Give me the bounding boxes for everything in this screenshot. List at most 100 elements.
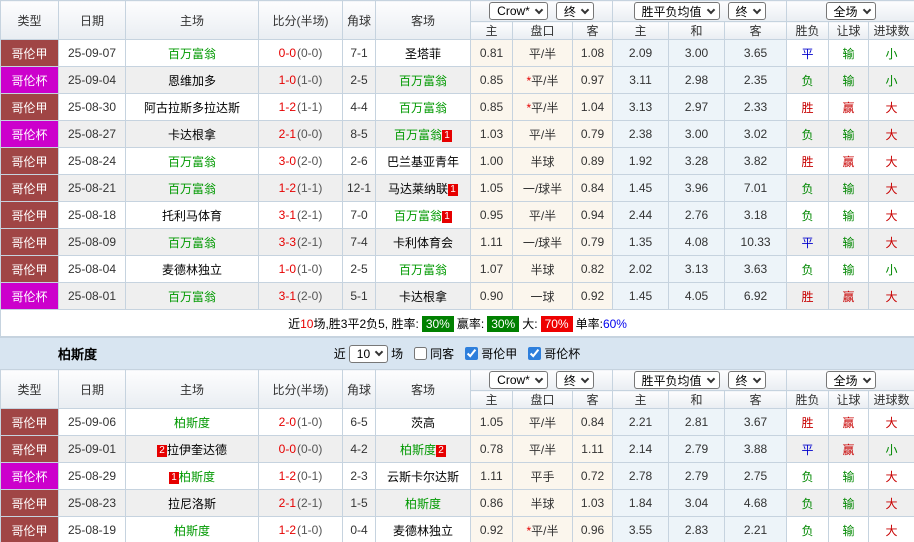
bookmaker-group: Crow* 终 [471, 370, 613, 391]
odds-home: 0.85 [471, 67, 513, 94]
corner-count: 7-0 [343, 202, 376, 229]
outcome-value: 胜 [802, 416, 814, 430]
final-odds-select-value: 终 [564, 372, 576, 389]
avg-odds-select[interactable]: 胜平负均值 [634, 2, 720, 20]
handicap-result-value: 赢 [843, 416, 855, 430]
red-rank-badge: 1 [442, 211, 452, 223]
col-avg-draw: 和 [669, 391, 725, 409]
outcome-value: 负 [802, 74, 814, 88]
bookmaker-group: Crow* 终 [471, 1, 613, 22]
red-rank-badge: 1 [442, 130, 452, 142]
goals-result-value: 大 [886, 182, 898, 196]
avg-home: 1.35 [613, 229, 669, 256]
home-team-name: 卡达根拿 [168, 128, 216, 142]
match-score: 3-1(2-0) [259, 283, 343, 310]
handicap-result-value: 输 [843, 182, 855, 196]
scope-select[interactable]: 全场 [826, 2, 876, 20]
goals-result-value: 小 [886, 47, 898, 61]
avg-away: 3.02 [725, 121, 787, 148]
bookmaker-select[interactable]: Crow* [489, 371, 548, 389]
result-outcome: 负 [787, 256, 829, 283]
odds-away: 1.04 [573, 94, 613, 121]
odds-handicap: 平/半 [513, 202, 573, 229]
fulltime-score: 3-1 [279, 289, 296, 303]
recent-count-select[interactable]: 10 [349, 345, 388, 363]
halftime-score: (2-1) [297, 235, 322, 249]
bookmaker-select-value: Crow* [497, 4, 530, 18]
handicap-value: 一/球半 [523, 236, 562, 250]
odds-home: 0.78 [471, 436, 513, 463]
final-odds-select[interactable]: 终 [556, 371, 594, 389]
red-rank-badge: 2 [157, 445, 167, 457]
avg-odds-select[interactable]: 胜平负均值 [634, 371, 720, 389]
fulltime-score: 2-1 [279, 127, 296, 141]
result-outcome: 平 [787, 229, 829, 256]
result-handicap: 赢 [829, 436, 869, 463]
avg-draw: 3.28 [669, 148, 725, 175]
same-away-checkbox[interactable] [414, 347, 427, 360]
result-handicap: 输 [829, 229, 869, 256]
home-team-name: 百万富翁 [168, 182, 216, 196]
scope-select[interactable]: 全场 [826, 371, 876, 389]
home-team: 柏斯度 [126, 517, 259, 542]
league-checkbox[interactable] [465, 347, 478, 360]
summary-section: 近10场,胜3平2负5, 胜率:30%赢率:30%大:70%单率:60% [1, 310, 914, 337]
handicap-value: 平/半 [531, 101, 558, 115]
table-row: 哥伦甲 25-08-23 拉尼洛斯 2-1(2-1) 1-5 柏斯度 0.86 … [1, 490, 914, 517]
result-goals: 大 [869, 229, 914, 256]
section-header: 柏斯度 近 10 场 同客 哥伦甲 哥伦杯 [0, 337, 914, 369]
cup-checkbox[interactable] [528, 347, 541, 360]
result-outcome: 胜 [787, 94, 829, 121]
odds-away: 1.11 [573, 436, 613, 463]
chevron-down-icon [752, 5, 760, 13]
match-date: 25-08-01 [59, 283, 126, 310]
avg-home: 2.78 [613, 463, 669, 490]
odds-away: 0.94 [573, 202, 613, 229]
col-score: 比分(半场) [259, 1, 343, 40]
result-handicap: 赢 [829, 409, 869, 436]
goals-result-value: 大 [886, 524, 898, 538]
col-avg-away: 客 [725, 22, 787, 40]
goals-result-value: 大 [886, 497, 898, 511]
outcome-value: 负 [802, 524, 814, 538]
avg-away: 3.82 [725, 148, 787, 175]
outcome-value: 负 [802, 497, 814, 511]
table-row: 哥伦甲 25-08-19 柏斯度 1-2(1-0) 0-4 麦德林独立 0.92… [1, 517, 914, 542]
match-score: 1-2(1-1) [259, 94, 343, 121]
col-odds-away: 客 [573, 391, 613, 409]
away-team-name: 云斯卡尔达斯 [387, 470, 459, 484]
match-score: 1-2(1-0) [259, 517, 343, 542]
result-goals: 大 [869, 490, 914, 517]
match-score: 2-1(0-0) [259, 121, 343, 148]
fulltime-score: 3-1 [279, 208, 296, 222]
result-handicap: 输 [829, 256, 869, 283]
table-row: 哥伦甲 25-08-18 托利马体育 3-1(2-1) 7-0 百万富翁1 0.… [1, 202, 914, 229]
col-type: 类型 [1, 1, 59, 40]
halftime-score: (2-0) [297, 154, 322, 168]
away-team-name: 马达莱纳联 [388, 182, 448, 196]
away-team: 卡达根拿 [376, 283, 471, 310]
match-date: 25-08-19 [59, 517, 126, 542]
away-team: 百万富翁 [376, 67, 471, 94]
result-outcome: 胜 [787, 409, 829, 436]
avg-home: 2.21 [613, 409, 669, 436]
odds-handicap: 平/半 [513, 40, 573, 67]
odds-handicap: 平/半 [513, 121, 573, 148]
avg-draw: 3.13 [669, 256, 725, 283]
halftime-score: (0-0) [297, 127, 322, 141]
corner-count: 1-5 [343, 490, 376, 517]
result-outcome: 负 [787, 67, 829, 94]
home-team: 阿古拉斯多拉达斯 [126, 94, 259, 121]
outcome-value: 负 [802, 470, 814, 484]
halftime-score: (2-1) [297, 496, 322, 510]
final-avg-select[interactable]: 终 [728, 371, 766, 389]
avg-draw: 3.00 [669, 40, 725, 67]
red-rank-badge: 2 [436, 445, 446, 457]
bookmaker-select[interactable]: Crow* [489, 2, 548, 20]
handicap-result-value: 赢 [843, 290, 855, 304]
final-avg-select[interactable]: 终 [728, 2, 766, 20]
fulltime-score: 1-2 [279, 181, 296, 195]
final-odds-select[interactable]: 终 [556, 2, 594, 20]
outcome-value: 胜 [802, 290, 814, 304]
home-team-name: 百万富翁 [168, 155, 216, 169]
